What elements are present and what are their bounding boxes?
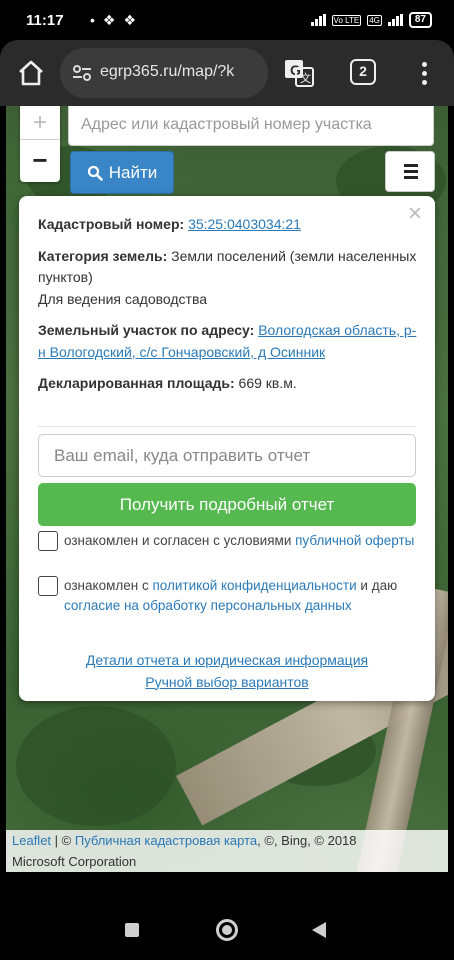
signal-icon: [310, 14, 326, 26]
home-circle-icon[interactable]: [216, 919, 238, 941]
manual-selection-link[interactable]: Ручной выбор вариантов: [145, 674, 309, 690]
zoom-control: + −: [20, 106, 60, 182]
notification-icons: • ❖ ❖: [90, 12, 136, 29]
notification-dot-icon: •: [90, 12, 95, 28]
find-button[interactable]: Найти: [70, 151, 174, 194]
app-notification-icon-2: ❖: [123, 12, 137, 28]
status-indicators: Vo LTE 4G 87: [310, 12, 432, 28]
personal-data-consent-link[interactable]: согласие на обработку персональных данны…: [64, 598, 352, 613]
address-bar[interactable]: egrp365.ru/map/?k: [60, 48, 268, 98]
attribution-line2: Microsoft Corporation: [12, 854, 137, 869]
privacy-consent-checkbox[interactable]: [38, 576, 58, 596]
hamburger-icon: [404, 164, 418, 167]
map-attribution: Leaflet | © Публичная кадастровая карта,…: [6, 830, 448, 872]
tab-switcher-button[interactable]: 2: [350, 59, 376, 85]
status-bar: 11:17 • ❖ ❖ Vo LTE 4G 87: [0, 0, 454, 40]
volte-icon: Vo LTE: [331, 14, 362, 26]
address-label: Земельный участок по адресу:: [38, 322, 255, 338]
area-value: 669 кв.м.: [238, 375, 297, 391]
hamburger-menu-button[interactable]: [385, 151, 435, 192]
zoom-in-button[interactable]: +: [20, 106, 60, 140]
home-icon[interactable]: [14, 56, 48, 90]
area-label: Декларированная площадь:: [38, 375, 235, 391]
search-input[interactable]: Адрес или кадастровый номер участка: [68, 106, 434, 146]
find-button-label: Найти: [108, 162, 158, 182]
parcel-details: Кадастровый номер: 35:25:0403034:21 Кате…: [38, 214, 418, 405]
recent-apps-icon[interactable]: [125, 923, 139, 937]
parcel-info-popup: × Кадастровый номер: 35:25:0403034:21 Ка…: [19, 196, 435, 701]
search-icon: [87, 165, 103, 181]
back-icon[interactable]: [312, 922, 326, 938]
battery-icon: 87: [408, 12, 432, 28]
cadastral-map-link[interactable]: Публичная кадастровая карта: [75, 833, 257, 848]
leaflet-link[interactable]: Leaflet: [12, 833, 51, 848]
popup-footer-links: Детали отчета и юридическая информация Р…: [19, 650, 435, 693]
system-navigation-bar: [0, 900, 454, 960]
offer-consent-label: ознакомлен и согласен с условиями публич…: [64, 533, 415, 548]
offer-consent-checkbox[interactable]: [38, 531, 58, 551]
get-report-button[interactable]: Получить подробный отчет: [38, 483, 416, 526]
status-time: 11:17: [26, 12, 64, 29]
zoom-out-button[interactable]: −: [20, 142, 60, 180]
public-offer-link[interactable]: публичной оферты: [295, 533, 414, 548]
report-details-link[interactable]: Детали отчета и юридическая информация: [86, 652, 368, 668]
divider: [38, 426, 416, 427]
cadastral-number-link[interactable]: 35:25:0403034:21: [188, 216, 301, 232]
cadastral-label: Кадастровый номер:: [38, 216, 185, 232]
translate-icon[interactable]: G文: [282, 56, 316, 90]
more-menu-icon[interactable]: [416, 56, 432, 90]
site-settings-icon[interactable]: [70, 61, 94, 85]
privacy-consent-label: ознакомлен с политикой конфиденциальност…: [64, 578, 398, 613]
browser-toolbar: egrp365.ru/map/?k G文 2: [0, 40, 454, 106]
signal-icon-2: [387, 14, 403, 26]
category-label: Категория земель:: [38, 247, 168, 264]
usage-value: Для ведения садоводства: [38, 290, 208, 307]
url-text: egrp365.ru/map/?k: [100, 63, 235, 80]
app-notification-icon: ❖: [102, 12, 116, 28]
network-type-icon: 4G: [367, 14, 382, 26]
privacy-policy-link[interactable]: политикой конфиденциальности: [152, 578, 356, 593]
email-field[interactable]: Ваш email, куда отправить отчет: [38, 434, 416, 477]
svg-text:文: 文: [300, 71, 311, 85]
